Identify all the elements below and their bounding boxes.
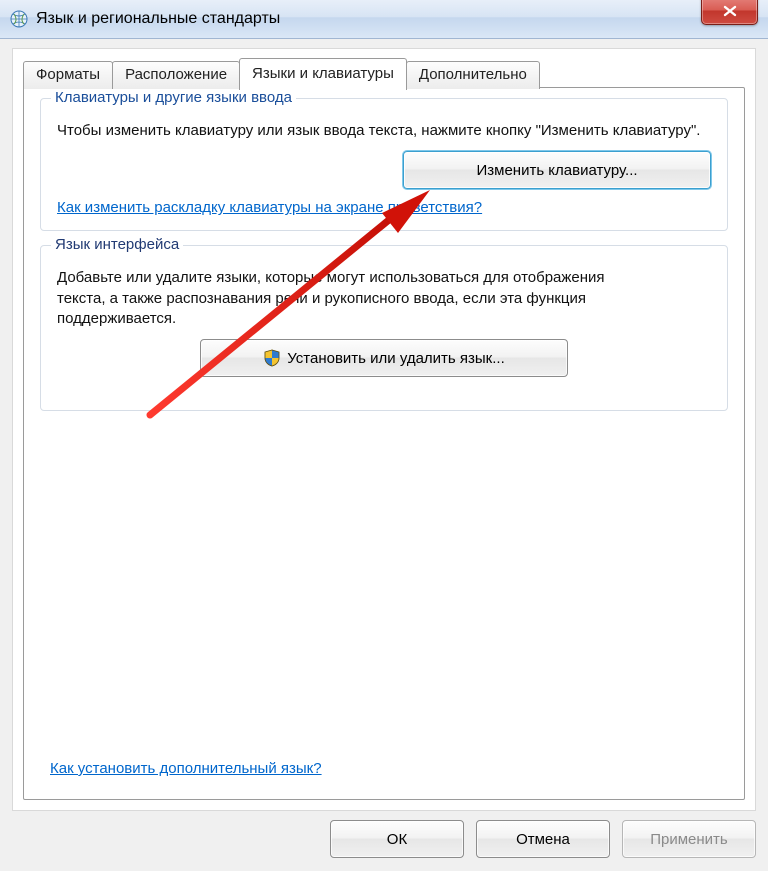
tab-location[interactable]: Расположение — [112, 61, 240, 89]
shield-icon — [263, 349, 281, 367]
group-keyboards: Клавиатуры и другие языки ввода Чтобы из… — [40, 98, 728, 231]
install-additional-language-link[interactable]: Как установить дополнительный язык? — [50, 760, 322, 777]
apply-button[interactable]: Применить — [622, 820, 756, 858]
group-interface-legend: Язык интерфейса — [51, 236, 183, 253]
tab-keyboards[interactable]: Языки и клавиатуры — [239, 58, 407, 90]
change-keyboard-button[interactable]: Изменить клавиатуру... — [403, 151, 711, 189]
close-button[interactable] — [701, 0, 758, 25]
panel-inner: Клавиатуры и другие языки ввода Чтобы из… — [40, 98, 728, 789]
welcome-screen-layout-link[interactable]: Как изменить раскладку клавиатуры на экр… — [57, 199, 482, 216]
cancel-button[interactable]: Отмена — [476, 820, 610, 858]
group-keyboards-legend: Клавиатуры и другие языки ввода — [51, 89, 296, 106]
dialog-window: Язык и региональные стандарты Форматы Ра… — [0, 0, 768, 871]
tab-advanced[interactable]: Дополнительно — [406, 61, 540, 89]
dialog-footer: ОК Отмена Применить — [12, 817, 756, 861]
ok-button[interactable]: ОК — [330, 820, 464, 858]
tab-bar: Форматы Расположение Языки и клавиатуры … — [23, 57, 539, 89]
group-interface-text: Добавьте или удалите языки, которые могу… — [57, 268, 657, 329]
window-title: Язык и региональные стандарты — [36, 10, 760, 28]
titlebar: Язык и региональные стандарты — [0, 0, 768, 39]
content-area: Форматы Расположение Языки и клавиатуры … — [12, 48, 756, 811]
group-keyboards-text: Чтобы изменить клавиатуру или язык ввода… — [57, 121, 711, 141]
group-interface-language: Язык интерфейса Добавьте или удалите язы… — [40, 245, 728, 411]
install-uninstall-language-button[interactable]: Установить или удалить язык... — [200, 339, 568, 377]
tab-formats[interactable]: Форматы — [23, 61, 113, 89]
close-icon — [723, 5, 737, 17]
install-uninstall-language-label: Установить или удалить язык... — [287, 350, 505, 367]
tab-panel: Клавиатуры и другие языки ввода Чтобы из… — [23, 87, 745, 800]
globe-icon — [10, 10, 28, 28]
change-keyboard-button-label: Изменить клавиатуру... — [476, 162, 637, 179]
